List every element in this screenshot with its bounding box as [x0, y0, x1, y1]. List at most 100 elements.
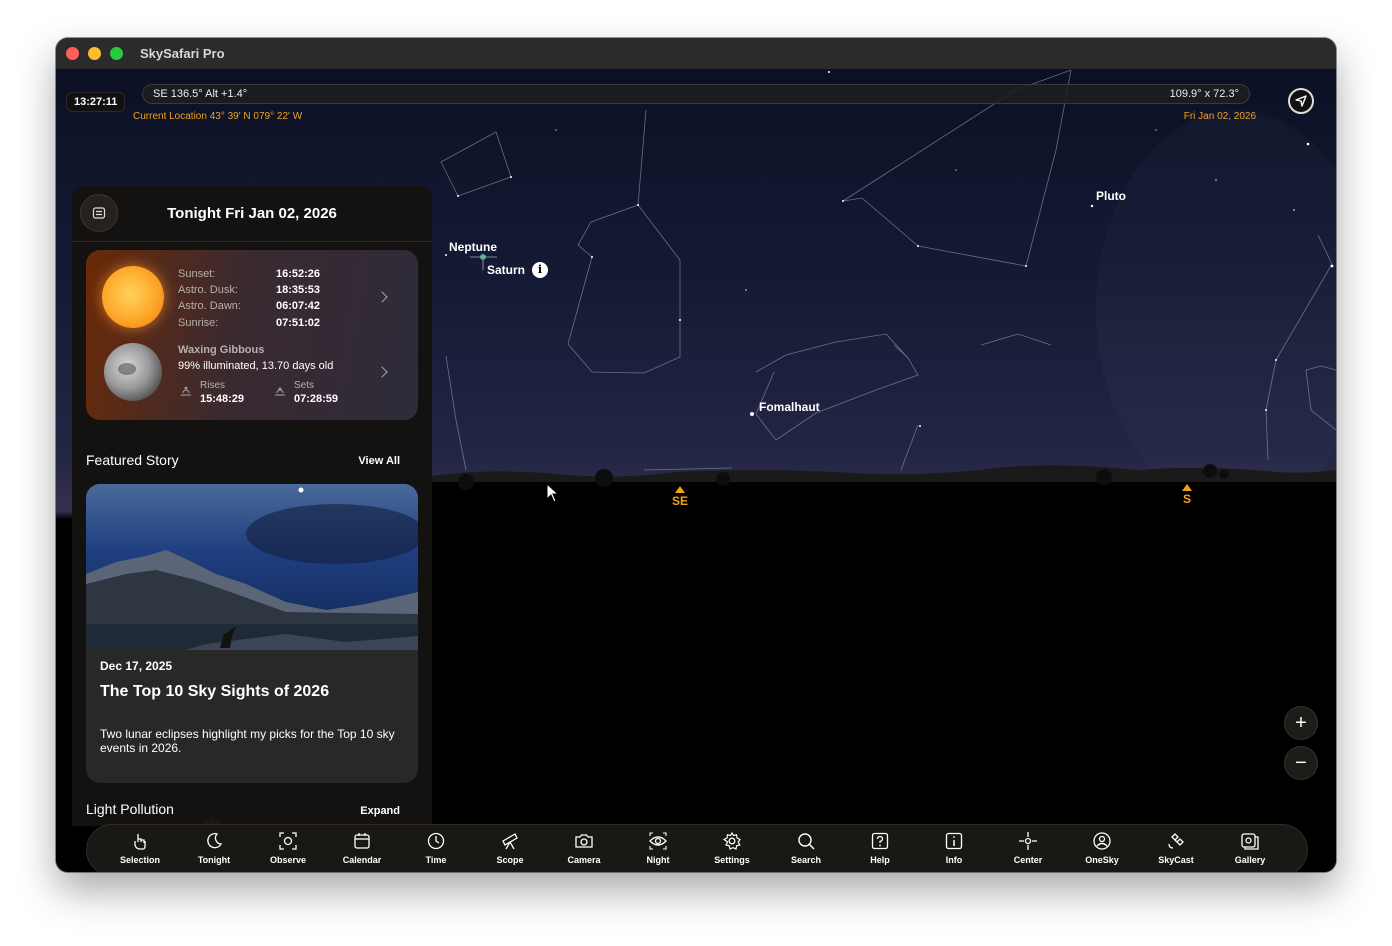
toolbar-label: Selection — [119, 855, 160, 865]
sets-label: Sets — [294, 380, 315, 391]
label-saturn[interactable]: Saturn — [487, 263, 525, 277]
compass-s: S — [1176, 484, 1198, 506]
minimize-window-button[interactable] — [88, 47, 101, 60]
toolbar-label: Help — [870, 855, 890, 865]
view-all-link[interactable]: View All — [358, 455, 400, 467]
sunrise-label: Sunrise: — [178, 317, 219, 329]
sunset-row: Sunset: 16:52:26 — [178, 268, 320, 280]
toolbar-skycast[interactable]: SkyCast — [1141, 831, 1211, 865]
title-bar: SkySafari Pro — [56, 38, 1336, 70]
window-title: SkySafari Pro — [140, 46, 225, 61]
rises-label: Rises — [200, 380, 226, 391]
maximize-window-button[interactable] — [110, 47, 123, 60]
toolbar-label: Calendar — [342, 855, 382, 865]
panel-header: Tonight Fri Jan 02, 2026 — [72, 186, 432, 242]
compass-se-label: SE — [671, 494, 688, 508]
story-description: Two lunar eclipses highlight my picks fo… — [100, 727, 395, 755]
clock-display[interactable]: 13:27:11 — [66, 92, 126, 112]
mouse-cursor-icon — [546, 483, 560, 503]
toolbar-info[interactable]: Info — [919, 831, 989, 865]
toolbar-night[interactable]: Night — [623, 831, 693, 865]
toolbar-calendar[interactable]: Calendar — [327, 831, 397, 865]
toolbar-onesky[interactable]: OneSky — [1067, 831, 1137, 865]
pointing-info-bar[interactable]: SE 136.5° Alt +1.4° 109.9° x 72.3° — [142, 84, 1250, 104]
moon-phase: Waxing Gibbous — [178, 344, 265, 356]
toolbar-tonight[interactable]: Tonight — [179, 831, 249, 865]
toolbar-label: Time — [425, 855, 447, 865]
location-arrow-icon — [1295, 95, 1307, 107]
moon-details-chevron-icon[interactable] — [376, 366, 388, 378]
camera-icon — [575, 834, 593, 848]
astro-dawn-label: Astro. Dawn: — [178, 300, 241, 312]
moonset-icon — [275, 387, 285, 396]
toolbar-label: Night — [646, 855, 670, 865]
compass-se-marker — [675, 486, 685, 493]
toolbar-center[interactable]: Center — [993, 831, 1063, 865]
label-pluto[interactable]: Pluto — [1096, 189, 1126, 203]
toolbar-label: Search — [790, 855, 822, 865]
pointing-readout: SE 136.5° Alt +1.4° — [153, 88, 248, 100]
zoom-out-button[interactable]: − — [1284, 746, 1318, 780]
observe-icon — [279, 832, 297, 850]
search-icon — [798, 833, 815, 850]
light-pollution-heading: Light Pollution — [86, 801, 174, 817]
toolbar-selection[interactable]: Selection — [105, 831, 175, 865]
moon-illumination: 99% illuminated, 13.70 days old — [178, 360, 334, 372]
zoom-in-button[interactable]: + — [1284, 706, 1318, 740]
sun-moon-card[interactable]: Sunset: 16:52:26 Astro. Dusk: 18:35:53 Ast… — [86, 250, 418, 420]
astro-dawn-value: 06:07:42 — [276, 300, 321, 312]
toolbar-label: SkyCast — [1158, 855, 1194, 865]
app-window: SkySafari Pro 13:27:11 SE 136.5° Alt +1.… — [56, 38, 1336, 872]
panel-title: Tonight Fri Jan 02, 2026 — [167, 205, 337, 222]
story-image — [86, 484, 418, 650]
sky-date[interactable]: Fri Jan 02, 2026 — [1184, 111, 1256, 122]
sunrise-row: Sunrise: 07:51:02 — [178, 317, 320, 329]
gallery-icon — [1241, 833, 1259, 850]
sets-value: 07:28:59 — [294, 393, 339, 405]
bottom-toolbar: Selection Tonight Observe Calendar Time … — [86, 824, 1308, 872]
featured-story-card[interactable]: Dec 17, 2025 The Top 10 Sky Sights of 20… — [86, 484, 418, 783]
help-icon — [871, 832, 889, 850]
close-window-button[interactable] — [66, 47, 79, 60]
location-arrow-button[interactable] — [1288, 88, 1314, 114]
moonrise-icon — [181, 386, 191, 396]
sun-details-chevron-icon[interactable] — [376, 291, 388, 303]
sunset-label: Sunset: — [178, 268, 216, 280]
moon-icon — [207, 833, 223, 849]
toolbar-settings[interactable]: Settings — [697, 831, 767, 865]
toolbar-observe[interactable]: Observe — [253, 831, 323, 865]
astro-dusk-row: Astro. Dusk: 18:35:53 — [178, 284, 320, 296]
toolbar-label: Info — [945, 855, 963, 865]
label-neptune[interactable]: Neptune — [449, 240, 497, 254]
current-location[interactable]: Current Location 43° 39' N 079° 22' W — [133, 111, 302, 122]
toolbar-label: Camera — [567, 855, 601, 865]
sunset-value: 16:52:26 — [276, 268, 321, 280]
saturn-info-icon[interactable]: i — [532, 262, 548, 278]
expand-link[interactable]: Expand — [360, 805, 400, 817]
toolbar-help[interactable]: Help — [845, 831, 915, 865]
toolbar-label: Scope — [496, 855, 524, 865]
story-title: The Top 10 Sky Sights of 2026 — [100, 683, 330, 700]
toolbar-time[interactable]: Time — [401, 831, 471, 865]
toolbar-label: Observe — [269, 855, 307, 865]
gear-icon — [722, 831, 741, 850]
toolbar-scope[interactable]: Scope — [475, 831, 545, 865]
astro-dawn-row: Astro. Dawn: 06:07:42 — [178, 300, 320, 312]
toolbar-search[interactable]: Search — [771, 831, 841, 865]
satellite-icon — [1168, 833, 1184, 849]
sky-chart[interactable]: 13:27:11 SE 136.5° Alt +1.4° 109.9° x 72… — [56, 70, 1336, 872]
toolbar-label: Center — [1013, 855, 1043, 865]
tonight-panel: Tonight Fri Jan 02, 2026 Sunset: 16:52:26… — [72, 186, 432, 826]
toolbar-gallery[interactable]: Gallery — [1215, 831, 1285, 865]
clock-icon — [427, 832, 445, 850]
rises-value: 15:48:29 — [200, 393, 245, 405]
toolbar-pointer — [204, 816, 220, 824]
compass-s-marker — [1182, 484, 1192, 491]
toolbar-camera[interactable]: Camera — [549, 831, 619, 865]
calendar-icon — [354, 833, 370, 849]
toolbar-label: OneSky — [1085, 855, 1119, 865]
toolbar-label: Tonight — [197, 855, 231, 865]
featured-story-heading: Featured Story — [86, 452, 179, 468]
astro-dusk-value: 18:35:53 — [276, 284, 321, 296]
label-fomalhaut[interactable]: Fomalhaut — [759, 400, 820, 414]
